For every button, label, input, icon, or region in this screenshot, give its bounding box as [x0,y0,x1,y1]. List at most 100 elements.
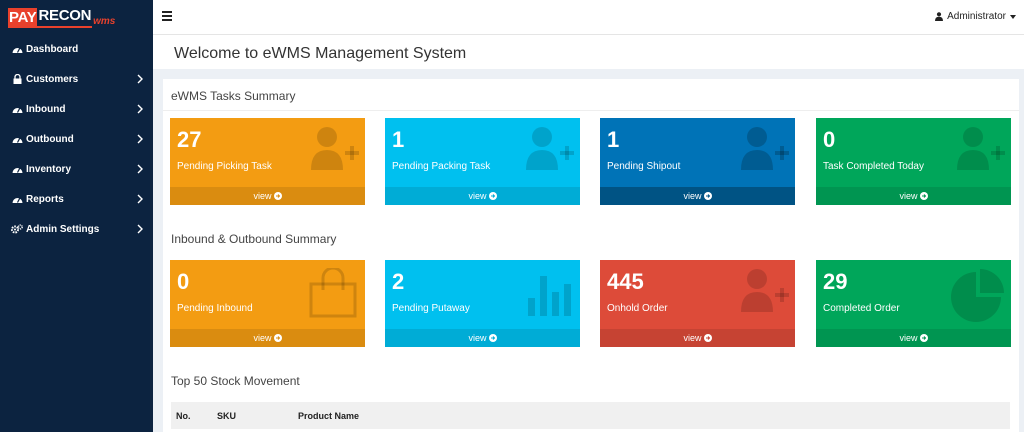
card-view-link[interactable]: view [600,187,795,205]
arrow-circle-right-icon [273,192,282,200]
sidebar-item-reports[interactable]: Reports [0,184,153,214]
pending-packing-card[interactable]: 1 Pending Packing Task view [385,118,580,205]
sidebar-menu: Dashboard Customers Inbound Outbound Inv… [0,34,153,244]
tasks-summary-title: eWMS Tasks Summary [171,89,296,103]
card-view-link[interactable]: view [170,187,365,205]
pending-shipout-card[interactable]: 1 Pending Shipout view [600,118,795,205]
sidebar-item-label: Inbound [26,103,66,115]
logo-wms-text: wms [93,16,116,27]
completed-order-card[interactable]: 29 Completed Order view [816,260,1011,347]
card-value: 29 [823,269,848,294]
pending-picking-card[interactable]: 27 Pending Picking Task view [170,118,365,205]
column-header[interactable]: SKU [217,411,236,421]
sidebar-item-customers[interactable]: Customers [0,64,153,94]
user-icon [935,12,944,21]
card-value: 0 [823,127,836,152]
logo-pay-text: PAY [8,8,38,28]
chevron-right-icon [137,104,143,114]
page-title: Welcome to eWMS Management System [174,45,467,62]
pending-inbound-card[interactable]: 0 Pending Inbound view [170,260,365,347]
stock-movement-title: Top 50 Stock Movement [171,374,300,388]
card-view-link[interactable]: view [385,329,580,347]
dashboard-panel: eWMS Tasks Summary 27 Pending Picking Ta… [163,79,1019,432]
view-text: view [253,333,272,343]
task-completed-today-card[interactable]: 0 Task Completed Today view [816,118,1011,205]
divider [163,110,1019,111]
arrow-circle-right-icon [488,192,497,200]
arrow-circle-right-icon [273,334,282,342]
user-plus-icon [957,127,1005,170]
card-value: 1 [607,127,620,152]
card-view-link[interactable]: view [170,329,365,347]
gears-icon [11,223,23,235]
dashboard-icon [11,133,23,145]
sidebar-item-outbound[interactable]: Outbound [0,124,153,154]
arrow-circle-right-icon [488,334,497,342]
arrow-circle-right-icon [919,334,928,342]
sidebar-item-label: Reports [26,193,64,205]
chevron-right-icon [137,134,143,144]
chevron-right-icon [137,194,143,204]
arrow-circle-right-icon [919,192,928,200]
sidebar-item-admin-settings[interactable]: Admin Settings [0,214,153,244]
sidebar-item-label: Customers [26,73,79,85]
user-plus-icon [741,269,789,312]
chevron-right-icon [137,74,143,84]
view-text: view [253,191,272,201]
column-header[interactable]: No. [176,411,191,421]
onhold-order-card[interactable]: 445 Onhold Order view [600,260,795,347]
view-text: view [683,333,702,343]
column-header[interactable]: Product Name [298,411,359,421]
card-value: 445 [607,269,644,294]
sidebar-item-label: Dashboard [26,43,79,55]
sidebar-item-label: Admin Settings [26,223,100,235]
dashboard-icon [11,103,23,115]
card-view-link[interactable]: view [816,329,1011,347]
sidebar-item-label: Outbound [26,133,74,145]
card-label: Pending Packing Task [392,161,491,172]
card-label: Onhold Order [607,303,668,314]
card-label: Pending Shipout [607,161,681,172]
card-label: Pending Inbound [177,303,253,314]
pending-putaway-card[interactable]: 2 Pending Putaway view [385,260,580,347]
card-view-link[interactable]: view [385,187,580,205]
view-text: view [468,333,487,343]
user-plus-icon [741,127,789,170]
sidebar-item-inbound[interactable]: Inbound [0,94,153,124]
user-plus-icon [526,127,574,170]
card-view-link[interactable]: view [816,187,1011,205]
view-text: view [468,191,487,201]
chevron-right-icon [137,224,143,234]
card-label: Completed Order [823,303,900,314]
dashboard-icon [11,163,23,175]
sidebar: PAY RECON wms Dashboard Customers Inbound [0,0,153,432]
page-header: Welcome to eWMS Management System [153,35,1024,69]
stock-table-header: No. SKU Product Name [171,402,1010,429]
card-value: 27 [177,127,202,152]
card-view-link[interactable]: view [600,329,795,347]
card-value: 2 [392,269,405,294]
menu-toggle-icon[interactable] [162,11,172,21]
user-menu[interactable]: Administrator [935,11,1016,22]
arrow-circle-right-icon [703,334,712,342]
sidebar-item-dashboard[interactable]: Dashboard [0,34,153,64]
card-value: 1 [392,127,405,152]
view-text: view [899,191,918,201]
caret-down-icon [1010,14,1016,19]
dashboard-icon [11,43,23,55]
user-name: Administrator [947,11,1006,22]
view-text: view [683,191,702,201]
app-logo[interactable]: PAY RECON wms [8,6,116,28]
arrow-circle-right-icon [703,192,712,200]
sidebar-item-inventory[interactable]: Inventory [0,154,153,184]
inout-summary-title: Inbound & Outbound Summary [171,232,337,246]
chevron-right-icon [137,164,143,174]
pie-chart-icon [951,269,1004,322]
dashboard-icon [11,193,23,205]
shopping-bag-icon [309,268,357,318]
card-label: Task Completed Today [823,161,924,172]
card-value: 0 [177,269,190,294]
view-text: view [899,333,918,343]
logo-recon-text: RECON [37,6,93,28]
card-label: Pending Picking Task [177,161,272,172]
